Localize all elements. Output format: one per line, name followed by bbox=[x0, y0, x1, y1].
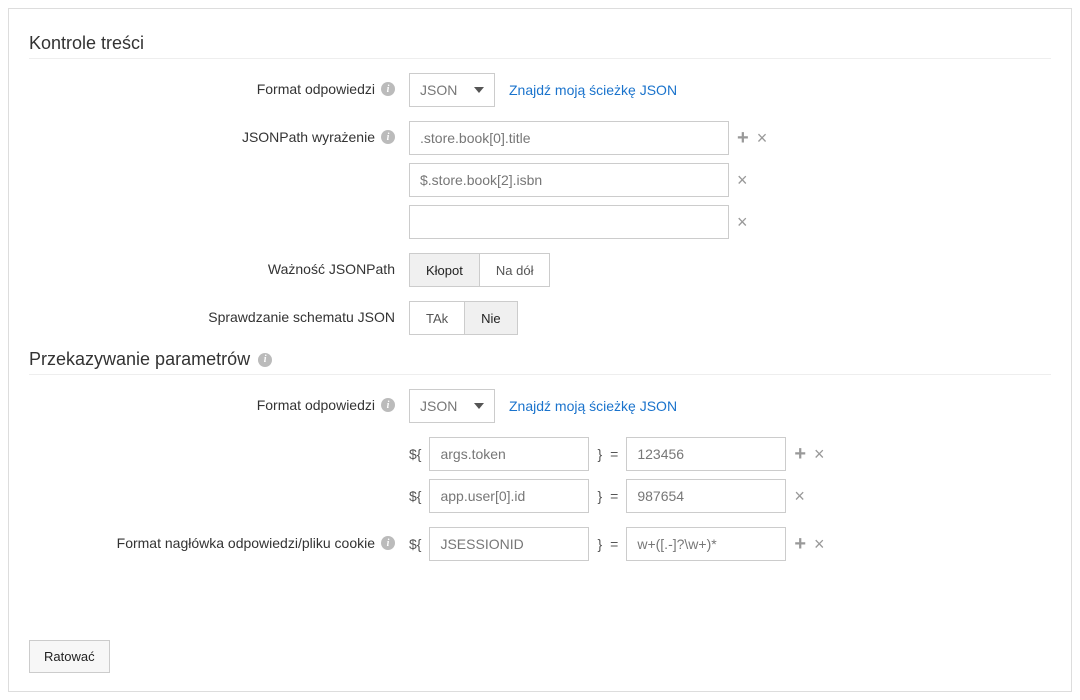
equals-sign: = bbox=[610, 446, 618, 462]
jsonpath-expression-label: JSONPath wyrażenie bbox=[242, 129, 375, 145]
section-title-text: Przekazywanie parametrów bbox=[29, 349, 250, 370]
info-icon[interactable]: i bbox=[381, 536, 395, 550]
header-key-input[interactable] bbox=[429, 527, 589, 561]
header-row: ${ } = + × bbox=[409, 527, 1051, 561]
chevron-down-icon bbox=[474, 87, 484, 93]
equals-sign: = bbox=[610, 488, 618, 504]
add-icon[interactable]: + bbox=[794, 534, 806, 554]
expr-close: } bbox=[597, 536, 602, 552]
section-param-passing-title: Przekazywanie parametrów i bbox=[29, 349, 1051, 370]
divider bbox=[29, 374, 1051, 375]
expr-close: } bbox=[597, 446, 602, 462]
expr-open: ${ bbox=[409, 488, 421, 504]
expr-close: } bbox=[597, 488, 602, 504]
settings-panel: Kontrole treści Format odpowiedzi i JSON… bbox=[8, 8, 1072, 692]
jsonpath-severity-label: Ważność JSONPath bbox=[268, 261, 395, 277]
expr-open: ${ bbox=[409, 446, 421, 462]
schema-toggle: TAk Nie bbox=[409, 301, 518, 335]
remove-icon[interactable]: × bbox=[814, 445, 825, 463]
divider bbox=[29, 58, 1051, 59]
section-title-text: Kontrole treści bbox=[29, 33, 144, 54]
param-key-input[interactable] bbox=[429, 479, 589, 513]
info-icon[interactable]: i bbox=[381, 398, 395, 412]
jsonpath-row: × bbox=[409, 205, 1051, 239]
json-schema-check-label: Sprawdzanie schematu JSON bbox=[208, 309, 395, 325]
info-icon[interactable]: i bbox=[381, 130, 395, 144]
add-icon[interactable]: + bbox=[737, 128, 749, 148]
jsonpath-row: + × bbox=[409, 121, 1051, 155]
remove-icon[interactable]: × bbox=[814, 535, 825, 553]
remove-icon[interactable]: × bbox=[737, 171, 748, 189]
param-row: ${ } = + × bbox=[409, 437, 1051, 471]
select-value: JSON bbox=[420, 82, 457, 98]
severity-option-down[interactable]: Na dół bbox=[479, 254, 550, 286]
jsonpath-input[interactable] bbox=[409, 163, 729, 197]
info-icon[interactable]: i bbox=[381, 82, 395, 96]
param-value-input[interactable] bbox=[626, 479, 786, 513]
jsonpath-input[interactable] bbox=[409, 121, 729, 155]
param-value-input[interactable] bbox=[626, 437, 786, 471]
jsonpath-rows: + × × × bbox=[409, 121, 1051, 239]
severity-option-trouble[interactable]: Kłopot bbox=[410, 254, 479, 286]
chevron-down-icon bbox=[474, 403, 484, 409]
header-cookie-format-label: Format nagłówka odpowiedzi/pliku cookie bbox=[117, 535, 375, 551]
jsonpath-row: × bbox=[409, 163, 1051, 197]
find-json-path-link[interactable]: Znajdź moją ścieżkę JSON bbox=[509, 82, 677, 98]
remove-icon[interactable]: × bbox=[757, 129, 768, 147]
response-format-select[interactable]: JSON bbox=[409, 73, 495, 107]
expr-open: ${ bbox=[409, 536, 421, 552]
equals-sign: = bbox=[610, 536, 618, 552]
response-format-label-2: Format odpowiedzi bbox=[257, 397, 375, 413]
info-icon[interactable]: i bbox=[258, 353, 272, 367]
add-icon[interactable]: + bbox=[794, 444, 806, 464]
severity-toggle: Kłopot Na dół bbox=[409, 253, 550, 287]
header-rows: ${ } = + × bbox=[409, 527, 1051, 561]
jsonpath-input[interactable] bbox=[409, 205, 729, 239]
schema-option-yes[interactable]: TAk bbox=[410, 302, 464, 334]
schema-option-no[interactable]: Nie bbox=[464, 302, 517, 334]
select-value: JSON bbox=[420, 398, 457, 414]
response-format-select-2[interactable]: JSON bbox=[409, 389, 495, 423]
save-button[interactable]: Ratować bbox=[29, 640, 110, 673]
param-key-input[interactable] bbox=[429, 437, 589, 471]
param-row: ${ } = × bbox=[409, 479, 1051, 513]
remove-icon[interactable]: × bbox=[794, 487, 805, 505]
remove-icon[interactable]: × bbox=[737, 213, 748, 231]
response-format-label: Format odpowiedzi bbox=[257, 81, 375, 97]
find-json-path-link-2[interactable]: Znajdź moją ścieżkę JSON bbox=[509, 398, 677, 414]
param-rows: ${ } = + × ${ } = × bbox=[409, 437, 1051, 513]
header-value-input[interactable] bbox=[626, 527, 786, 561]
section-content-checks-title: Kontrole treści bbox=[29, 33, 1051, 54]
